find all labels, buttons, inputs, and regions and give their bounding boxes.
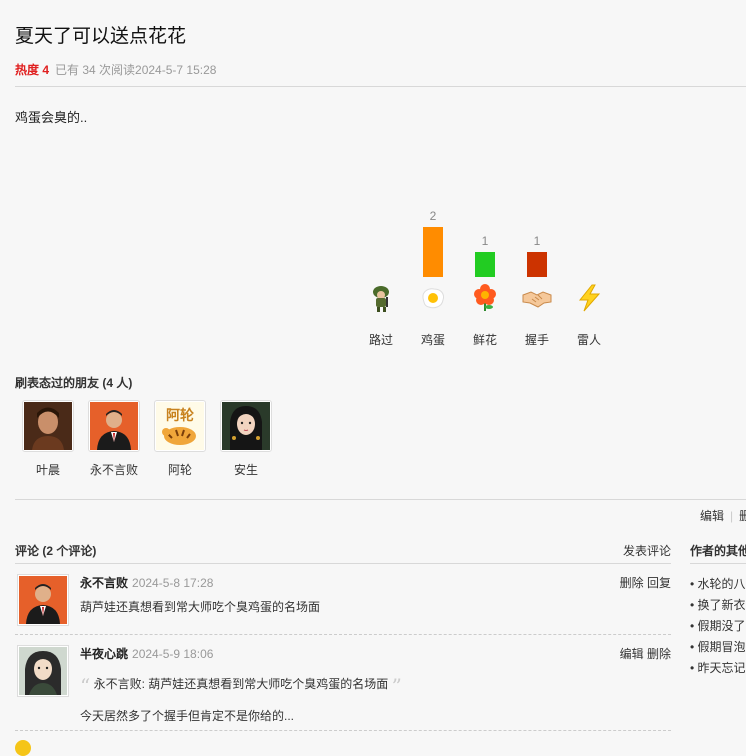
reaction-label: 鸡蛋 — [420, 333, 445, 347]
comments-title: 评论 (2 个评论) — [15, 544, 97, 558]
suited-man-avatar[interactable] — [88, 400, 140, 452]
comment-time: 2024-5-8 17:28 — [132, 576, 214, 590]
flower-icon — [474, 284, 496, 311]
comment-text: 今天居然多了个握手但肯定不是你给的... — [80, 709, 295, 723]
friend-name[interactable]: 叶晨 — [18, 461, 78, 478]
comment-time: 2024-5-9 18:06 — [132, 647, 214, 661]
divider — [15, 499, 746, 500]
reaction-label: 握手 — [524, 333, 549, 347]
smiley-icon[interactable] — [15, 740, 31, 756]
fried-egg-icon — [422, 288, 444, 309]
page-title: 夏天了可以送点花花 — [15, 26, 187, 47]
author-other-list: • 水轮的八 • 换了新衣 • 假期没了 • 假期冒泡 • 昨天忘记 — [690, 575, 746, 680]
lightning-icon — [578, 284, 601, 312]
separator: | — [730, 509, 734, 523]
comment-actions: 删除 回复 — [620, 574, 671, 591]
quote-text: 永不言败: 葫芦娃还真想看到常大师吃个臭鸡蛋的名场面 — [93, 677, 389, 691]
comment-divider — [15, 634, 671, 635]
author-post-link[interactable]: • 换了新衣 — [690, 596, 746, 617]
reaction-label: 路过 — [368, 333, 393, 347]
reaction-label: 鲜花 — [472, 333, 497, 347]
comment-text: 葫芦娃还真想看到常大师吃个臭鸡蛋的名场面 — [80, 600, 321, 614]
comment-author-name[interactable]: 永不言败 — [80, 576, 128, 590]
friend-item[interactable]: 阿轮 阿轮 — [150, 400, 210, 478]
comment-author-name[interactable]: 半夜心跳 — [80, 647, 128, 661]
reply-button[interactable]: 回复 — [647, 576, 671, 590]
divider — [690, 563, 746, 564]
friend-name[interactable]: 阿轮 — [150, 461, 210, 478]
post-content: 鸡蛋会臭的.. — [15, 110, 88, 125]
reaction-column[interactable]: 2 鸡蛋 — [407, 200, 459, 350]
comment-author: 半夜心跳 2024-5-9 18:06 — [80, 645, 213, 662]
comment-actions: 编辑 删除 — [620, 645, 671, 662]
reaction-bar — [423, 227, 443, 277]
edit-link[interactable]: 编辑 — [700, 509, 724, 523]
edit-bar: 编辑 | 删 — [700, 507, 746, 524]
comment-divider — [15, 730, 671, 731]
reaction-bar — [475, 252, 495, 277]
girl-portrait-avatar[interactable] — [17, 645, 69, 697]
reaction-column[interactable]: 雷人 — [563, 200, 615, 350]
reaction-column[interactable]: 1 鲜花 — [459, 200, 511, 350]
friend-item[interactable]: 永不言败 — [84, 400, 144, 478]
friend-name[interactable]: 安生 — [216, 461, 276, 478]
author-other-title: 作者的其他 — [690, 544, 746, 558]
delete-button[interactable]: 删除 — [620, 576, 644, 590]
friend-item[interactable]: 安生 — [216, 400, 276, 478]
reaction-bar — [527, 252, 547, 277]
quote-open-icon: “ — [80, 674, 91, 698]
soldier-icon — [373, 286, 389, 312]
suited-man-avatar[interactable] — [17, 574, 69, 626]
reaction-column[interactable]: 路过 — [355, 200, 407, 350]
friend-name[interactable]: 永不言败 — [84, 461, 144, 478]
comment-quote: “ 永不言败: 葫芦娃还真想看到常大师吃个臭鸡蛋的名场面 ” — [80, 674, 402, 698]
edit-button[interactable]: 编辑 — [620, 647, 644, 661]
post-meta: 热度 4 已有 34 次阅读2024-5-7 15:28 — [15, 61, 216, 78]
reaction-label: 雷人 — [576, 333, 601, 347]
svg-text:阿轮: 阿轮 — [166, 407, 194, 424]
author-post-link[interactable]: • 昨天忘记 — [690, 659, 746, 680]
handshake-icon — [522, 291, 552, 308]
quote-close-icon: ” — [391, 674, 402, 698]
hot-badge: 热度 4 — [15, 63, 50, 77]
author-post-link[interactable]: • 假期冒泡 — [690, 638, 746, 659]
reaction-count: 2 — [429, 209, 437, 223]
reaction-count: 1 — [533, 234, 541, 248]
reaction-column[interactable]: 1 握手 — [511, 200, 563, 350]
divider — [15, 563, 671, 564]
friends-title: 刷表态过的朋友 (4 人) — [15, 376, 133, 390]
reaction-count: 1 — [481, 234, 489, 248]
author-post-link[interactable]: • 假期没了 — [690, 617, 746, 638]
girl-portrait-avatar[interactable] — [220, 400, 272, 452]
post-comment-link[interactable]: 发表评论 — [623, 542, 671, 559]
tiger-cartoon-avatar[interactable]: 阿轮 — [154, 400, 206, 452]
comment-item: 半夜心跳 2024-5-9 18:06 编辑 删除 “ 永不言败: 葫芦娃还真想看… — [15, 645, 671, 725]
comment-author: 永不言败 2024-5-8 17:28 — [80, 574, 213, 591]
man-portrait-avatar[interactable] — [22, 400, 74, 452]
divider — [15, 86, 746, 87]
friend-item[interactable]: 叶晨 — [18, 400, 78, 478]
delete-link[interactable]: 删 — [739, 509, 746, 523]
author-post-link[interactable]: • 水轮的八 — [690, 575, 746, 596]
comment-item: 永不言败 2024-5-8 17:28 删除 回复 葫芦娃还真想看到常大师吃个臭鸡… — [15, 574, 671, 630]
reaction-chart: 路过 2 鸡蛋 1 鲜花 1 握手 雷人 — [355, 200, 615, 350]
delete-button[interactable]: 删除 — [647, 647, 671, 661]
read-count-time: 已有 34 次阅读2024-5-7 15:28 — [55, 63, 217, 77]
